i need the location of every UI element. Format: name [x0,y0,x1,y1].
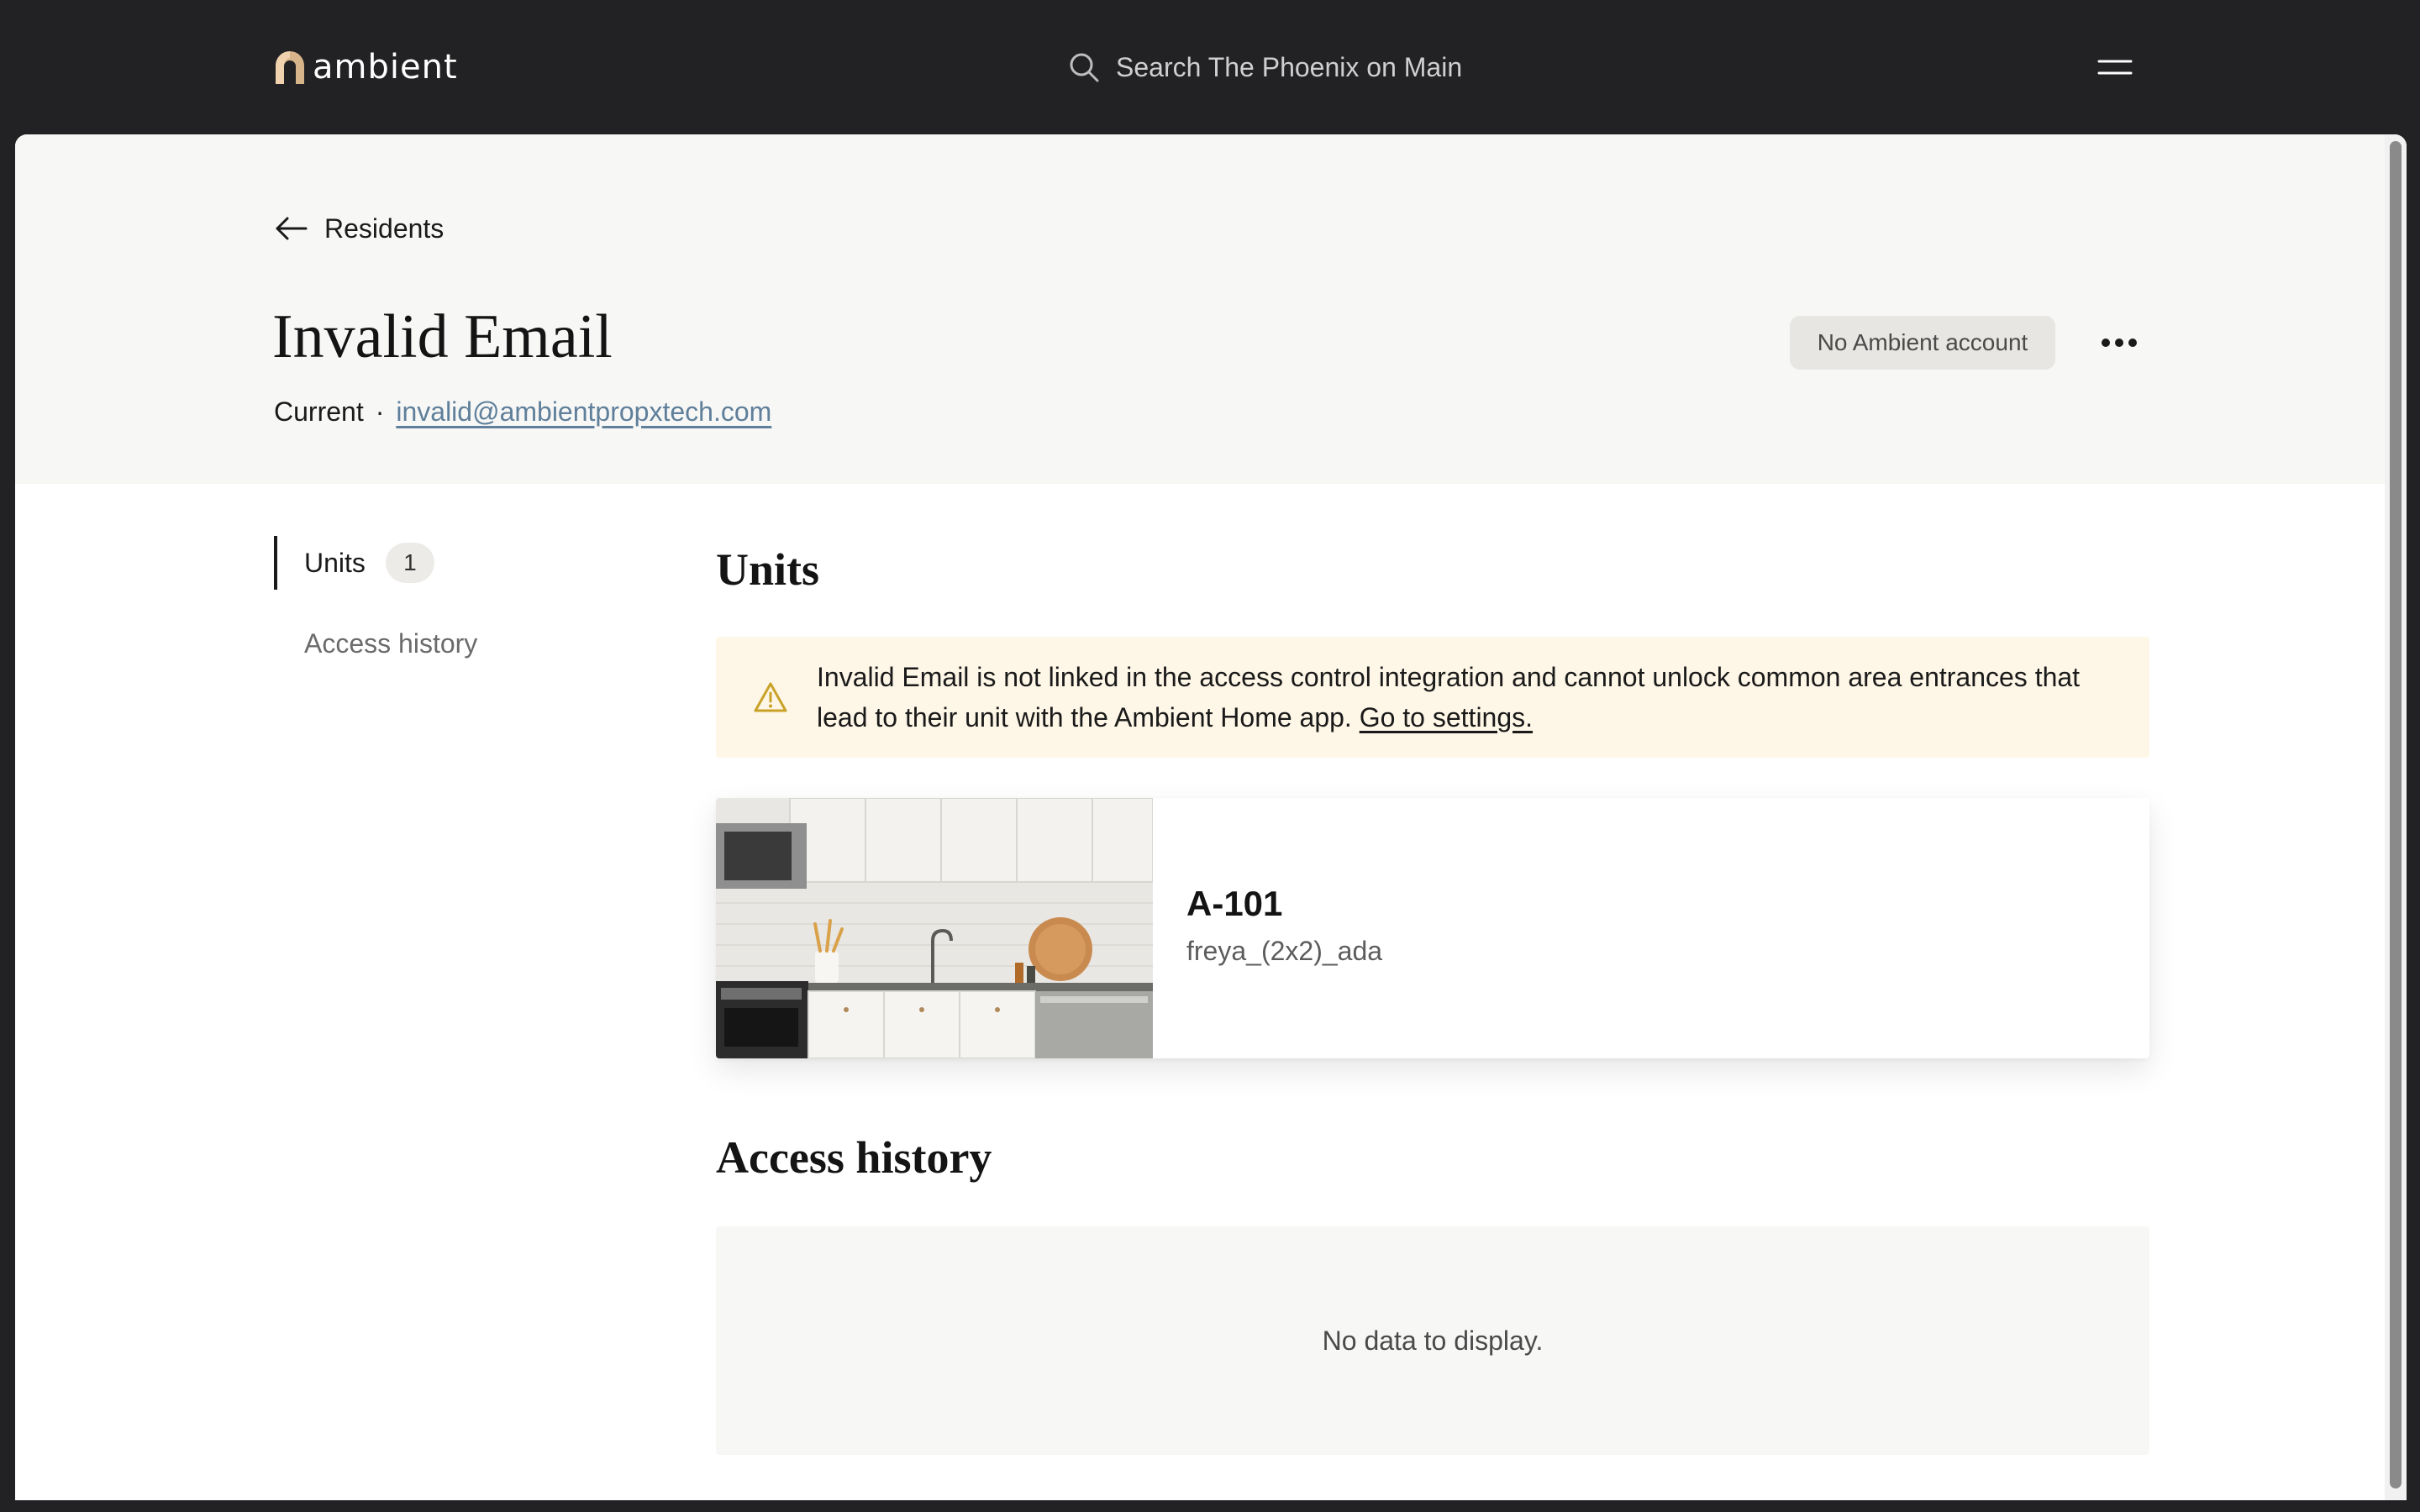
hamburger-menu-icon [2097,60,2133,75]
arrow-left-icon [276,217,308,240]
account-status-badge: No Ambient account [1790,316,2055,370]
kitchen-photo [716,798,1153,1058]
logo-text: ambient [313,48,458,87]
warning-icon [753,680,788,714]
more-actions-button[interactable] [2096,321,2143,365]
menu-button[interactable] [2097,52,2133,82]
separator: · [375,396,385,427]
unit-name: A-101 [1186,884,1283,923]
resident-subline: Current · invalid@ambientpropxtech.com [274,391,771,432]
page-panel: Residents Invalid Email Current · invali… [15,134,2407,1500]
search-input[interactable]: Search The Phoenix on Main [1116,52,1462,83]
scrollbar-thumb[interactable] [2390,141,2402,1488]
empty-state-text: No data to display. [1322,1325,1544,1356]
sidenav-item-access-history[interactable]: Access history [274,617,477,670]
top-bar: ambient Search The Phoenix on Main [0,0,2420,134]
ambient-logo[interactable]: ambient [274,47,458,87]
go-to-settings-link[interactable]: Go to settings. [1360,702,1533,732]
integration-warning-banner: Invalid Email is not linked in the acces… [716,637,2149,758]
sidenav-access-history-label: Access history [304,627,478,659]
ambient-arch-logo-icon [276,51,304,84]
search-bar[interactable]: Search The Phoenix on Main [1067,44,1462,91]
unit-floorplan: freya_(2x2)_ada [1186,936,1383,966]
back-to-residents-link[interactable]: Residents [274,203,444,254]
sidenav-item-units[interactable]: Units 1 [274,536,434,590]
sidenav-units-label: Units [304,547,366,578]
scrollbar[interactable] [2385,134,2407,1500]
resident-email-link[interactable]: invalid@ambientpropxtech.com [396,396,771,428]
ellipsis-icon [2102,339,2137,347]
units-count-badge: 1 [385,543,434,583]
unit-card[interactable]: A-101 freya_(2x2)_ada [716,798,2149,1058]
units-section-title: Units [716,544,820,595]
back-link-label: Residents [324,213,445,244]
access-history-section-title: Access history [716,1132,992,1183]
search-icon [1070,53,1099,82]
access-history-empty-state: No data to display. [716,1226,2149,1455]
warning-message: Invalid Email is not linked in the acces… [817,657,2128,738]
resident-status: Current [274,396,364,427]
page-title: Invalid Email [272,302,613,371]
